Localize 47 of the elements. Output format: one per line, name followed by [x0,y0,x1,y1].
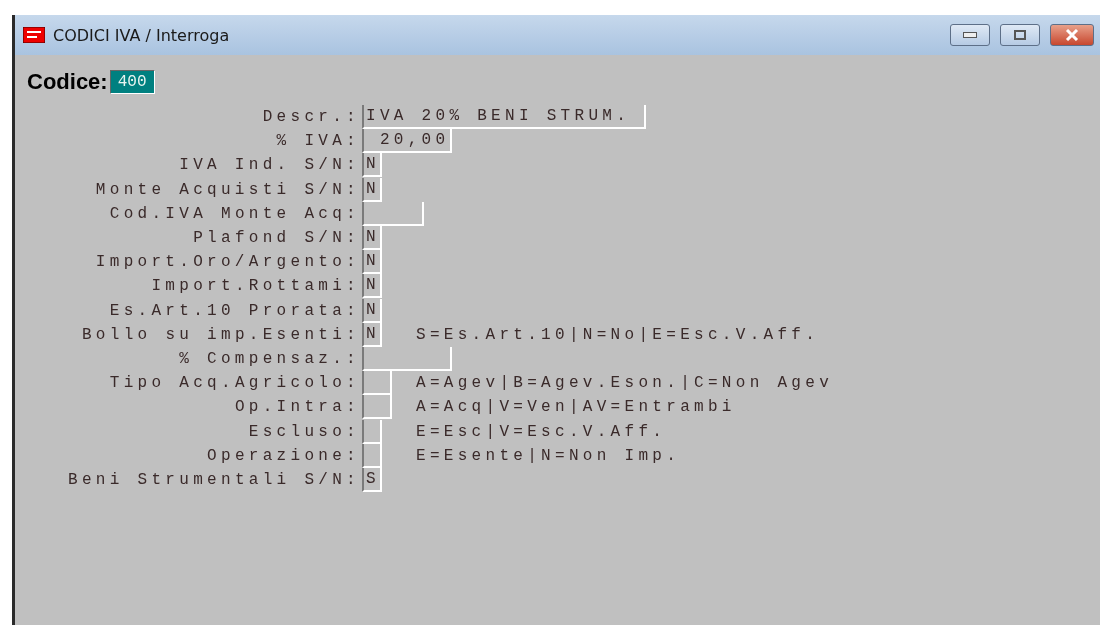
field-label: Bollo su imp.Esenti: [81,325,361,344]
input-field[interactable] [362,443,382,468]
field-label: % Compensaz.: [179,349,361,368]
field-hint: A=Agev|B=Agev.Eson.|C=Non Agev [415,374,835,393]
input-field[interactable] [362,201,424,226]
field-label: Import.Oro/Argento: [95,253,361,272]
field-hint: E=Esc|V=Esc.V.Aff. [415,422,668,441]
input-field[interactable]: N [362,274,382,299]
field-label: Op.Intra: [234,398,361,417]
input-field[interactable] [362,371,392,396]
minimize-icon [963,32,977,38]
input-field[interactable]: S [362,467,382,492]
input-field[interactable]: N [362,226,382,251]
input-field[interactable] [362,395,392,420]
maximize-button[interactable] [1000,24,1040,46]
field-label: Import.Rottami: [151,277,361,296]
window-title: CODICI IVA / Interroga [53,25,231,45]
input-field[interactable]: N [362,298,382,323]
field-hint: S=Es.Art.10|N=No|E=Esc.V.Aff. [415,325,821,344]
close-button[interactable] [1050,24,1094,46]
input-field[interactable]: IVA 20% BENI STRUM. [362,105,646,130]
input-field[interactable]: 20,00 [362,129,452,154]
field-hint: A=Acq|V=Ven|AV=Entrambi [415,398,737,417]
minimize-button[interactable] [950,24,990,46]
input-field[interactable]: N [362,250,382,275]
field-label: Monte Acquisti S/N: [95,180,361,199]
input-field[interactable]: N [362,177,382,202]
field-label: Es.Art.10 Prorata: [109,301,361,320]
codice-label: Codice: [27,69,108,95]
maximize-icon [1014,30,1026,40]
field-label: % IVA: [276,132,361,151]
field-label: Operazione: [207,446,361,465]
field-label: Beni Strumentali S/N: [68,470,361,489]
field-label: Tipo Acq.Agricolo: [109,374,361,393]
input-field[interactable]: N [362,322,382,347]
field-label: Descr.: [262,108,361,127]
close-icon [1065,29,1079,41]
field-label: IVA Ind. S/N: [179,156,361,175]
field-label: Cod.IVA Monte Acq: [109,204,361,223]
app-icon [23,27,45,43]
input-field[interactable]: N [362,153,382,178]
field-hint: E=Esente|N=Non Imp. [415,446,682,465]
input-field[interactable] [362,419,382,444]
field-label: Escluso: [248,422,361,441]
field-label: Plafond S/N: [193,229,361,248]
input-field[interactable] [362,346,452,371]
codice-field[interactable]: 400 [109,70,155,94]
